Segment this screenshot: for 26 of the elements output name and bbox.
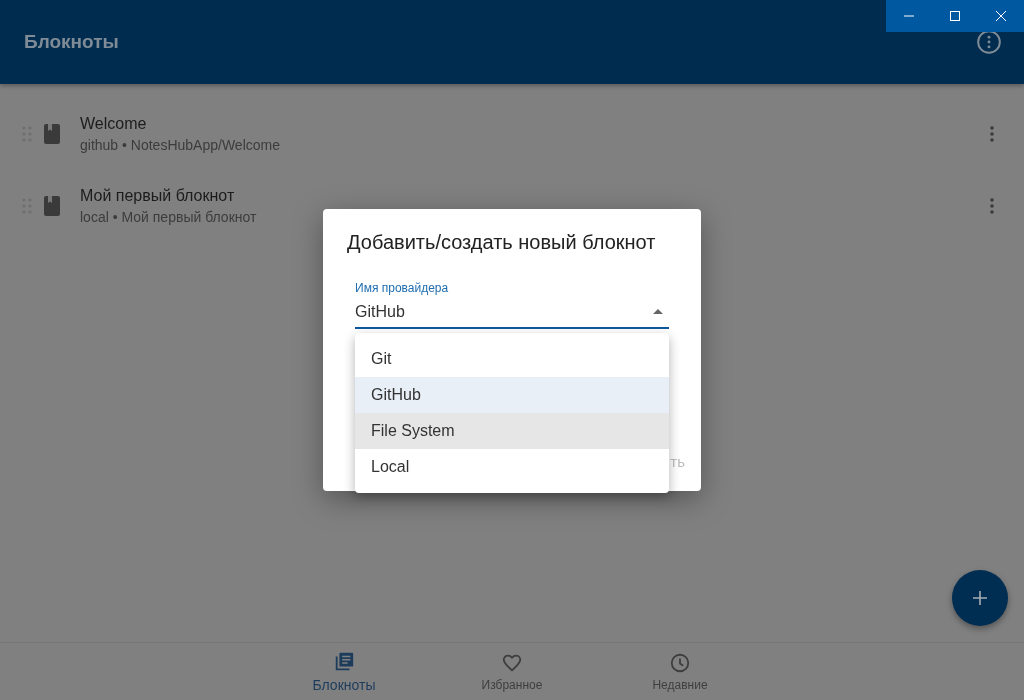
plus-icon — [972, 590, 988, 606]
more-icon[interactable] — [990, 198, 994, 214]
nav-tab[interactable]: Избранное — [462, 643, 562, 700]
more-icon[interactable] — [976, 29, 1002, 55]
nav-tab[interactable]: Блокноты — [294, 643, 394, 700]
nav-tab[interactable]: Недавние — [630, 643, 730, 700]
book-icon — [44, 196, 60, 216]
close-icon[interactable] — [996, 11, 1006, 21]
add-button[interactable] — [952, 570, 1008, 626]
book-icon — [44, 124, 60, 144]
dialog-title: Добавить/создать новый блокнот — [347, 231, 656, 254]
clock-icon — [669, 651, 691, 674]
notebook-name[interactable]: Welcome — [80, 115, 990, 133]
more-icon[interactable] — [990, 126, 994, 142]
maximize-icon[interactable] — [950, 11, 960, 21]
menu-option[interactable]: File System — [355, 413, 669, 449]
app-title: Блокноты — [24, 31, 119, 53]
menu-option[interactable]: GitHub — [355, 377, 669, 413]
menu-option[interactable]: Local — [355, 449, 669, 485]
notebooks-icon — [333, 650, 355, 673]
notebook-source: local • Мой первый блокнот — [80, 209, 258, 225]
provider-select[interactable]: Имя провайдера GitHub — [355, 281, 669, 329]
caret-icon — [653, 309, 663, 314]
notebook-name[interactable]: Мой первый блокнот — [80, 187, 990, 205]
menu-option[interactable]: Git — [355, 341, 669, 377]
notebook-source: github • NotesHubApp/Welcome — [80, 137, 281, 153]
